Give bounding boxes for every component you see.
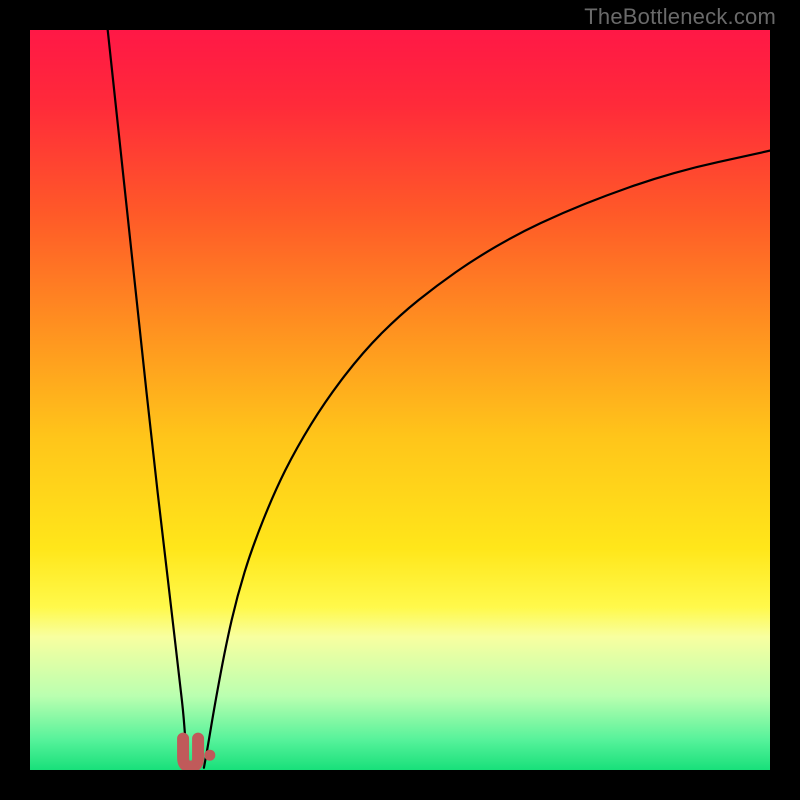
minimum-marker-dot bbox=[204, 750, 215, 761]
watermark-text: TheBottleneck.com bbox=[584, 4, 776, 30]
chart-svg bbox=[30, 30, 770, 770]
chart-frame: TheBottleneck.com bbox=[0, 0, 800, 800]
plot-area bbox=[30, 30, 770, 770]
gradient-background bbox=[30, 30, 770, 770]
